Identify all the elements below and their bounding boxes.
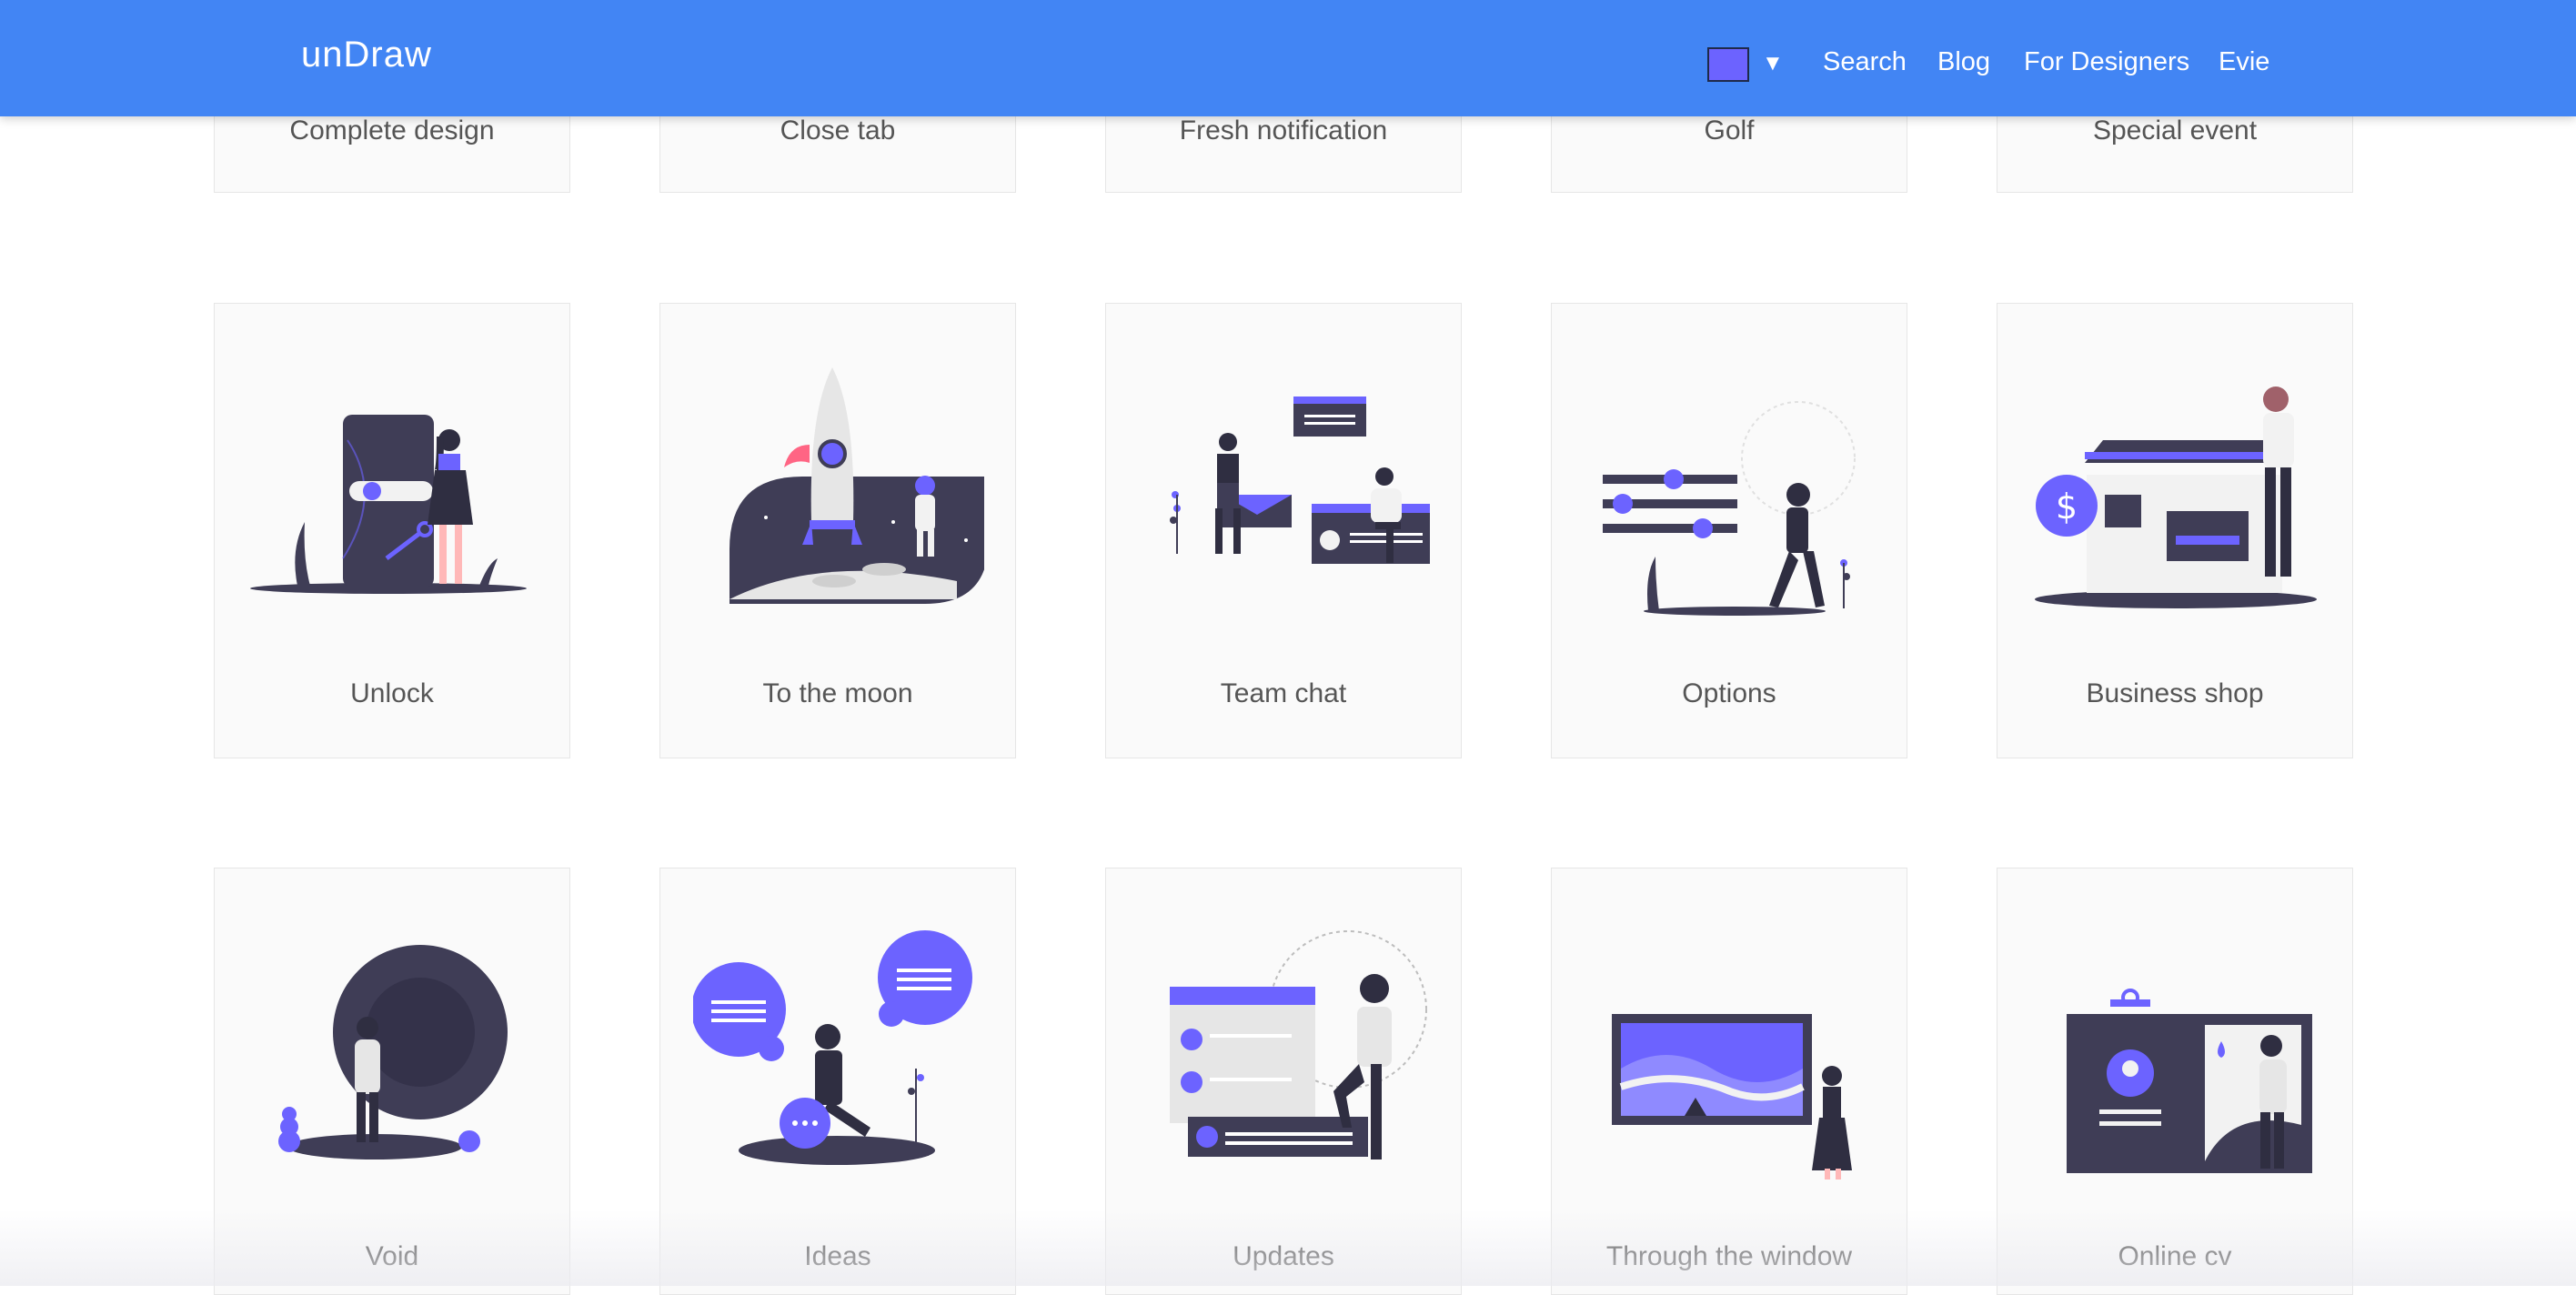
- illustration-title: Golf: [1704, 115, 1755, 146]
- illustration-title: To the moon: [762, 678, 913, 708]
- illustration-card-to-the-moon[interactable]: To the moon: [659, 303, 1016, 758]
- nav-link-for-designers[interactable]: For Designers: [2024, 47, 2189, 77]
- nav-link-blog[interactable]: Blog: [1937, 47, 1990, 77]
- illustration-card-unlock[interactable]: Unlock: [214, 303, 570, 758]
- void-illustration: [278, 945, 508, 1159]
- team-chat-illustration: [1170, 397, 1430, 564]
- illustration-title: Online cv: [2118, 1241, 2232, 1271]
- unlock-illustration: [250, 415, 527, 594]
- illustration-title: Void: [365, 1241, 419, 1271]
- ideas-illustration: [693, 930, 972, 1165]
- illustration-title: Unlock: [350, 678, 434, 708]
- top-navbar: unDraw ▼ Search Blog For Designers Evie: [0, 0, 2576, 116]
- nav-link-evie[interactable]: Evie: [2219, 47, 2269, 77]
- business-shop-illustration: $: [2035, 386, 2317, 608]
- svg-text:$: $: [2056, 487, 2078, 527]
- illustration-card-ideas[interactable]: Ideas: [659, 868, 1016, 1295]
- options-illustration: [1603, 401, 1856, 616]
- illustration-card-team-chat[interactable]: Team chat: [1105, 303, 1462, 758]
- illustration-title: Ideas: [804, 1241, 871, 1271]
- illustration-title: Complete design: [289, 115, 495, 146]
- illustration-title: Special event: [2092, 115, 2258, 146]
- illustration-card-options[interactable]: Options: [1551, 303, 1907, 758]
- illustration-title: Fresh notification: [1179, 115, 1388, 146]
- illustration-card-through-the-window[interactable]: Through the window: [1551, 868, 1907, 1295]
- to-the-moon-illustration: [730, 367, 984, 604]
- illustration-title: Close tab: [780, 115, 896, 146]
- site-logo[interactable]: unDraw: [301, 35, 432, 75]
- color-picker-swatch[interactable]: [1707, 47, 1749, 82]
- illustration-card-business-shop[interactable]: $ Business shop: [1997, 303, 2353, 758]
- illustration-card-online-cv[interactable]: Online cv: [1997, 868, 2353, 1295]
- illustration-title: Through the window: [1605, 1241, 1853, 1271]
- through-the-window-illustration: [1612, 1014, 1852, 1180]
- illustration-title: Options: [1682, 678, 1776, 708]
- chevron-down-icon[interactable]: ▼: [1762, 51, 1784, 76]
- online-cv-illustration: [2067, 989, 2312, 1173]
- illustration-title: Business shop: [2086, 678, 2264, 708]
- illustration-title: Team chat: [1220, 678, 1347, 708]
- updates-illustration: [1170, 930, 1427, 1159]
- illustration-card-void[interactable]: Void: [214, 868, 570, 1295]
- nav-link-search[interactable]: Search: [1823, 47, 1907, 77]
- illustration-card-updates[interactable]: Updates: [1105, 868, 1462, 1295]
- illustration-title: Updates: [1233, 1241, 1334, 1271]
